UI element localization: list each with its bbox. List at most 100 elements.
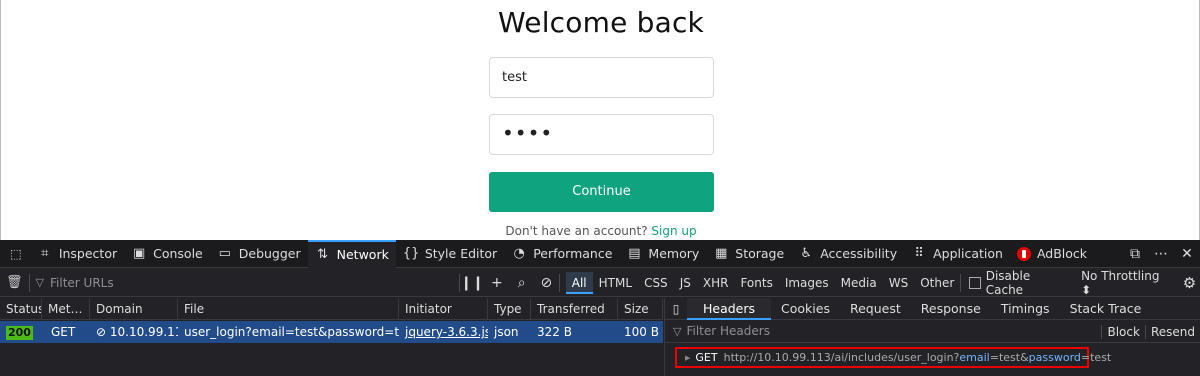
column-header-transferred[interactable]: Transferred bbox=[531, 298, 618, 320]
tab-label: Inspector bbox=[58, 246, 118, 261]
more-options-icon[interactable]: ⋯ bbox=[1148, 246, 1174, 262]
type-filter-js[interactable]: JS bbox=[674, 276, 697, 290]
disable-cache-toggle[interactable]: Disable Cache bbox=[969, 269, 1067, 297]
type-filter-media[interactable]: Media bbox=[835, 276, 883, 290]
details-tabs: ▯ Headers Cookies Request Response Timin… bbox=[665, 297, 1200, 320]
signup-prompt-text: Don't have an account? bbox=[505, 224, 648, 238]
tab-label: Storage bbox=[735, 246, 785, 261]
tab-memory[interactable]: ▤ Memory bbox=[619, 240, 706, 268]
search-icon[interactable]: ⌕ bbox=[509, 275, 534, 291]
trash-icon[interactable]: 🗑 bbox=[0, 275, 29, 290]
expand-triangle-icon[interactable]: ▶ bbox=[685, 354, 690, 362]
plus-icon[interactable]: + bbox=[484, 275, 509, 291]
filter-urls-input[interactable]: ▽ Filter URLs bbox=[30, 276, 459, 290]
type-filter-images[interactable]: Images bbox=[779, 276, 835, 290]
page-title: Welcome back bbox=[498, 6, 704, 39]
column-header-status[interactable]: Status bbox=[0, 298, 42, 320]
memory-icon: ▤ bbox=[628, 246, 641, 261]
gear-icon[interactable]: ⚙ bbox=[1179, 274, 1200, 292]
tab-storage[interactable]: ▦ Storage bbox=[706, 240, 791, 268]
tab-style-editor[interactable]: {} Style Editor bbox=[396, 240, 504, 268]
close-icon[interactable]: ✕ bbox=[1174, 246, 1200, 262]
header-actions: Block Resend bbox=[1101, 320, 1200, 343]
tab-label: Style Editor bbox=[424, 246, 498, 261]
style-editor-icon: {} bbox=[402, 246, 420, 261]
tab-network[interactable]: ⇅ Network bbox=[307, 239, 396, 268]
transferred-cell: 322 B bbox=[537, 325, 572, 339]
column-header-initiator[interactable]: Initiator bbox=[399, 298, 488, 320]
divider bbox=[558, 273, 560, 292]
tab-cookies[interactable]: Cookies bbox=[771, 298, 840, 320]
table-row[interactable]: 200 GET ⊘ 10.10.99.113 user_login?email=… bbox=[0, 321, 663, 343]
devtools-tabbar: ⬚ ⌗ Inspector ▣ Console ▭ Debugger ⇅ Network… bbox=[0, 239, 1200, 268]
column-header-size[interactable]: Size bbox=[618, 298, 663, 320]
request-details-panel: ▯ Headers Cookies Request Response Timin… bbox=[664, 297, 1200, 376]
param-password-value: =test bbox=[1080, 351, 1112, 364]
network-toolbar: 🗑 ▽ Filter URLs ❙❙ + ⌕ ⊘ All HTML CSS JS… bbox=[0, 269, 1200, 297]
tab-label: Accessibility bbox=[820, 246, 898, 261]
storage-icon: ▦ bbox=[715, 246, 728, 261]
tab-application[interactable]: ⠿ Application bbox=[904, 240, 1010, 268]
inspector-icon: ⌗ bbox=[41, 246, 49, 261]
column-header-domain[interactable]: Domain bbox=[90, 298, 178, 320]
tab-debugger[interactable]: ▭ Debugger bbox=[210, 240, 308, 268]
type-filter-other[interactable]: Other bbox=[914, 276, 960, 290]
throttling-select[interactable]: No Throttling ⬍ bbox=[1081, 269, 1169, 297]
divider bbox=[960, 273, 962, 292]
column-header-type[interactable]: Type bbox=[488, 298, 531, 320]
tab-inspector[interactable]: ⌗ Inspector bbox=[30, 240, 124, 268]
signup-link[interactable]: Sign up bbox=[651, 224, 696, 238]
pause-icon[interactable]: ❙❙ bbox=[460, 275, 485, 291]
tab-label: Application bbox=[933, 246, 1003, 261]
type-filter-ws[interactable]: WS bbox=[883, 276, 914, 290]
tab-console[interactable]: ▣ Console bbox=[124, 240, 210, 268]
element-picker-icon[interactable]: ⬚ bbox=[0, 240, 30, 268]
filter-headers-placeholder: Filter Headers bbox=[686, 324, 770, 338]
method-cell: GET bbox=[51, 325, 76, 339]
type-cell: json bbox=[494, 325, 519, 339]
filter-headers-input[interactable]: ▽ Filter Headers Block Resend bbox=[665, 320, 1200, 343]
network-icon: ⇅ bbox=[317, 247, 329, 262]
type-filter-fonts[interactable]: Fonts bbox=[734, 276, 778, 290]
param-email-value: =test& bbox=[989, 351, 1029, 364]
param-password-key: password bbox=[1028, 351, 1081, 364]
tab-response[interactable]: Response bbox=[911, 298, 991, 320]
console-icon: ▣ bbox=[132, 246, 146, 261]
request-summary[interactable]: ▶ GET http://10.10.99.113/ai/includes/us… bbox=[675, 347, 1111, 368]
tab-accessibility[interactable]: ♿ Accessibility bbox=[791, 240, 904, 268]
continue-button[interactable]: Continue bbox=[489, 172, 714, 212]
tab-request[interactable]: Request bbox=[840, 298, 911, 320]
file-cell: user_login?email=test&password=test bbox=[184, 325, 399, 339]
filter-urls-placeholder: Filter URLs bbox=[50, 275, 114, 290]
size-cell: 100 B bbox=[624, 325, 659, 339]
column-header-method[interactable]: Met… bbox=[42, 298, 90, 320]
dock-icon[interactable]: ⧉ bbox=[1122, 246, 1148, 262]
debugger-icon: ▭ bbox=[218, 246, 231, 261]
throttling-label: No Throttling bbox=[1081, 268, 1160, 283]
type-filter-css[interactable]: CSS bbox=[638, 276, 674, 290]
password-field[interactable]: •••• bbox=[489, 114, 714, 155]
disable-cache-checkbox[interactable] bbox=[969, 276, 981, 289]
tab-stack-trace[interactable]: Stack Trace bbox=[1060, 298, 1152, 320]
tab-label: Console bbox=[153, 246, 203, 261]
email-field[interactable]: test bbox=[489, 57, 714, 98]
resend-button[interactable]: Resend bbox=[1144, 324, 1200, 339]
type-filter-all[interactable]: All bbox=[565, 271, 593, 294]
application-icon: ⠿ bbox=[914, 246, 924, 261]
tab-timings[interactable]: Timings bbox=[991, 298, 1060, 320]
param-email-key: email bbox=[959, 351, 990, 364]
tab-label: Performance bbox=[533, 246, 613, 261]
block-icon[interactable]: ⊘ bbox=[534, 275, 559, 291]
tab-headers[interactable]: Headers bbox=[687, 297, 772, 320]
sidebar-toggle-icon[interactable]: ▯ bbox=[665, 298, 687, 320]
type-filter-xhr[interactable]: XHR bbox=[697, 276, 735, 290]
block-button[interactable]: Block bbox=[1101, 324, 1144, 339]
tab-label: Network bbox=[336, 247, 389, 262]
initiator-link[interactable]: jquery-3.6.3.js... bbox=[399, 321, 488, 343]
column-header-file[interactable]: File bbox=[178, 298, 399, 320]
type-filter-html[interactable]: HTML bbox=[593, 276, 638, 290]
tab-performance[interactable]: ◔ Performance bbox=[504, 240, 619, 268]
tab-adblock[interactable]: AdBlock bbox=[1010, 240, 1094, 268]
request-url-base: http://10.10.99.113/ai/includes/user_log… bbox=[723, 351, 960, 364]
request-table-header: Status Met… Domain File Initiator Type T… bbox=[0, 298, 663, 320]
